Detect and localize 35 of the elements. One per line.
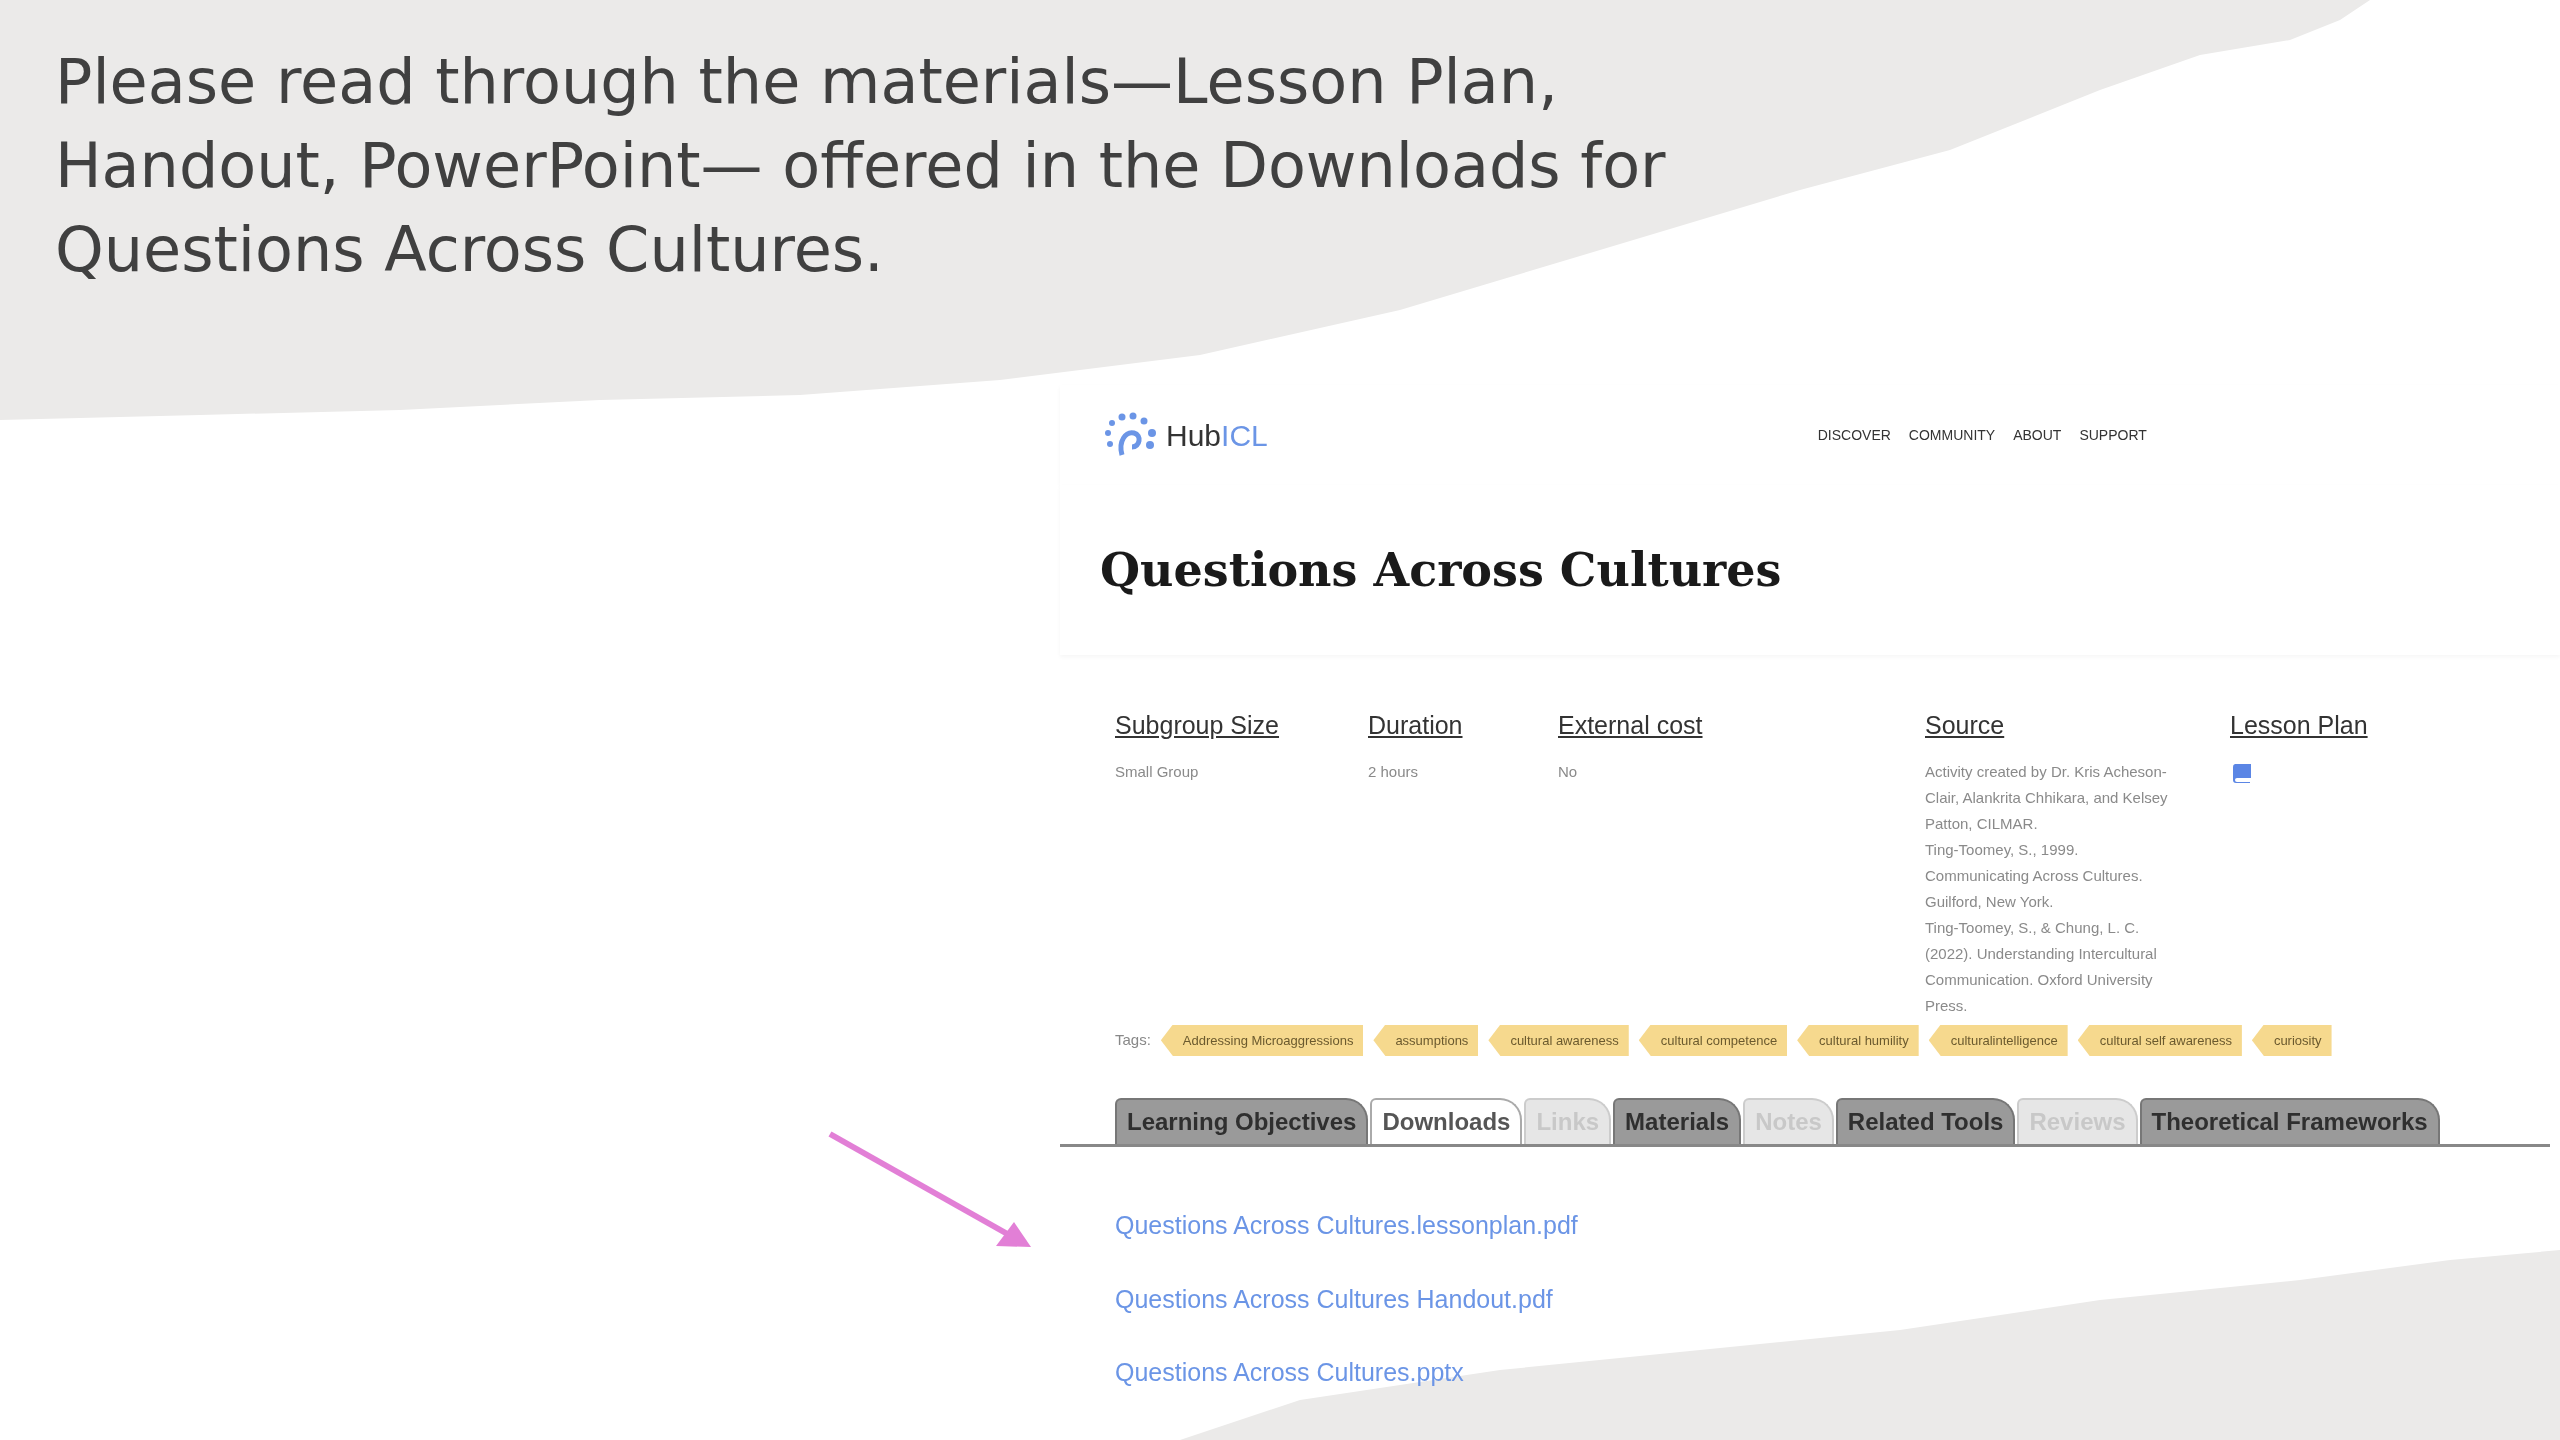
tab[interactable]: Related Tools — [1835, 1098, 2016, 1144]
info-heading[interactable]: Subgroup Size — [1115, 707, 1279, 745]
tag[interactable]: culturalintelligence — [1928, 1024, 2068, 1056]
info-heading[interactable]: External cost — [1558, 707, 1703, 745]
download-link[interactable]: Questions Across Cultures Handout.pdf — [1115, 1280, 1553, 1318]
info-value: Activity created by Dr. Kris Acheson-Clair, Alankrita Chhikara, and Kelsey Patton, CILMAR. — [1925, 761, 2169, 834]
info-heading[interactable]: Source — [1925, 707, 2005, 745]
tag[interactable]: Addressing Microaggressions — [1160, 1024, 1364, 1056]
tag[interactable]: curiosity — [2251, 1024, 2332, 1056]
info-heading[interactable]: Lesson Plan — [2230, 707, 2368, 745]
tag[interactable]: cultural awareness — [1488, 1024, 1629, 1056]
tag[interactable]: cultural self awareness — [2077, 1024, 2242, 1056]
info-value: Ting-Toomey, S., 1999. Communicating Across Cultures. Guilford, New York. — [1925, 839, 2144, 912]
tag[interactable]: assumptions — [1373, 1024, 1479, 1056]
info-value: Ting-Toomey, S., & Chung, L. C. (2022). Understanding Intercultural Communication. Oxford University Press. — [1925, 917, 2158, 1016]
tab[interactable]: Theoretical Frameworks — [2139, 1098, 2440, 1144]
info-value: No — [1558, 761, 1578, 782]
tags-label: Tags: — [1115, 1030, 1151, 1050]
nav-link[interactable]: ABOUT — [2013, 424, 2062, 446]
download-link[interactable]: Questions Across Cultures.pptx — [1115, 1354, 1464, 1392]
info-value: Small Group — [1115, 761, 1199, 782]
slide-heading: Please read through the materials—Lesson Plan, Handout, PowerPoint— offered in the Downloads for Questions Across Cultures. — [55, 44, 1667, 288]
download-link[interactable]: Questions Across Cultures.lessonplan.pdf — [1115, 1207, 1578, 1245]
nav-link[interactable]: DISCOVER — [1817, 424, 1891, 446]
tab[interactable]: Downloads — [1370, 1098, 1523, 1144]
site-logo-text[interactable]: HubICL — [1166, 412, 1268, 458]
tab[interactable]: Materials — [1613, 1098, 1742, 1144]
tab[interactable]: Learning Objectives — [1115, 1098, 1369, 1144]
page-title: Questions Across Cultures — [1100, 541, 1782, 599]
tag[interactable]: cultural competence — [1638, 1024, 1788, 1056]
nav-link[interactable]: COMMUNITY — [1908, 424, 1996, 446]
nav-link[interactable]: SUPPORT — [2079, 424, 2147, 446]
info-value: 2 hours — [1368, 761, 1419, 782]
tag[interactable]: cultural humility — [1797, 1024, 1919, 1056]
info-heading[interactable]: Duration — [1368, 707, 1463, 745]
